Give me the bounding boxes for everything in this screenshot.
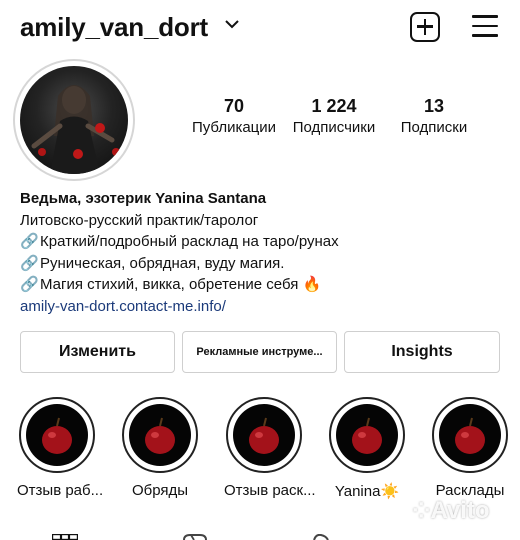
apple-thumbnail (336, 404, 398, 466)
followers-label: Подписчики (292, 119, 376, 136)
highlight-item[interactable]: Отзыв раск... (224, 397, 316, 499)
highlight-label: Отзыв раб... (17, 482, 104, 499)
insights-button[interactable]: Insights (344, 331, 500, 373)
stat-following[interactable]: 13 Подписки (394, 96, 474, 136)
highlight-item[interactable]: Обряды (120, 397, 200, 499)
link-emoji-icon: 🔗 (20, 276, 39, 293)
ad-tools-button[interactable]: Рекламные инструме... (182, 331, 337, 373)
highlight-label: Обряды (131, 482, 189, 499)
edit-profile-button[interactable]: Изменить (20, 331, 175, 373)
link-emoji-icon: 🔗 (20, 254, 39, 272)
highlight-item[interactable]: Расклады (430, 397, 510, 499)
new-post-button[interactable] (410, 12, 440, 42)
highlight-item[interactable]: Отзыв раб... (17, 397, 104, 499)
fire-emoji-icon: 🔥 (302, 276, 322, 293)
followers-count: 1 224 (311, 96, 357, 116)
stat-followers[interactable]: 1 224 Подписчики (286, 96, 382, 136)
grid-icon[interactable] (52, 534, 78, 540)
hamburger-menu-icon[interactable] (472, 15, 498, 37)
highlight-ring (329, 397, 405, 473)
highlight-ring (19, 397, 95, 473)
avito-logo-icon: ⁘ (412, 498, 431, 523)
posts-count: 70 (223, 96, 245, 116)
highlight-ring (122, 397, 198, 473)
username[interactable]: amily_van_dort (20, 12, 208, 43)
tagged-icon[interactable] (310, 534, 332, 540)
bio-line: 🔗Магия стихий, викка, обретение себя 🔥 (20, 274, 339, 296)
avito-watermark: ⁘Avito (412, 497, 490, 524)
avatar-photo (31, 85, 120, 174)
highlight-label: Отзыв раск... (224, 482, 316, 499)
bio-line: Литовско-русский практик/таролог (20, 211, 259, 229)
apple-thumbnail (439, 404, 501, 466)
bio: Ведьма, эзотерик Yanina Santana Литовско… (20, 188, 339, 317)
chevron-down-icon[interactable] (224, 18, 240, 30)
top-bar: amily_van_dort (0, 0, 520, 56)
apple-thumbnail (233, 404, 295, 466)
highlight-label: Yanina☀️ (334, 483, 400, 500)
highlight-item[interactable]: Yanina☀️ (327, 397, 407, 500)
profile-name: Ведьма, эзотерик Yanina Santana (20, 190, 267, 207)
following-count: 13 (423, 96, 445, 116)
apple-thumbnail (129, 404, 191, 466)
apple-thumbnail (26, 404, 88, 466)
bio-line: 🔗Руническая, обрядная, вуду магия. (20, 253, 339, 275)
link-emoji-icon: 🔗 (20, 233, 39, 250)
avatar[interactable] (20, 66, 128, 174)
following-label: Подписки (400, 119, 468, 136)
stat-posts[interactable]: 70 Публикации (189, 96, 279, 136)
reels-icon[interactable] (182, 534, 208, 540)
profile-tabs (0, 526, 520, 540)
posts-label: Публикации (191, 119, 277, 136)
bio-link[interactable]: amily-van-dort.contact-me.info/ (20, 296, 339, 318)
highlight-ring (226, 397, 302, 473)
highlight-ring (432, 397, 508, 473)
bio-line: 🔗Краткий/подробный расклад на таро/рунах (20, 231, 339, 253)
